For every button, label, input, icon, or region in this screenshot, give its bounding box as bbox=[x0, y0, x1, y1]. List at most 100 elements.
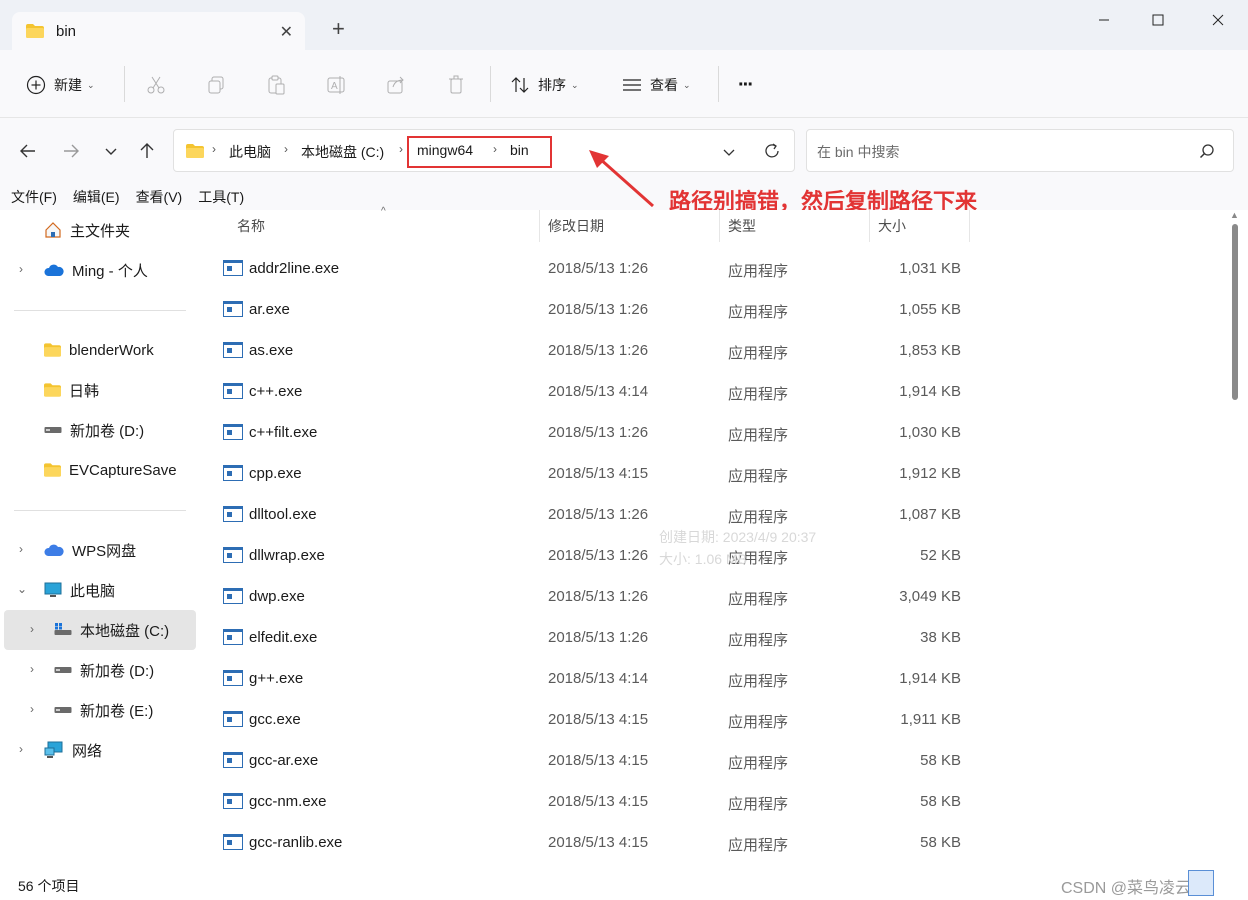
nav-item-d-drive[interactable]: 新加卷 (D:) bbox=[54, 652, 154, 688]
arrow-up-icon bbox=[140, 143, 154, 158]
chevron-down-icon[interactable] bbox=[722, 145, 736, 159]
up-button[interactable] bbox=[136, 140, 158, 162]
rename-button[interactable]: A bbox=[326, 72, 346, 98]
table-row[interactable]: gcc-nm.exe 2018/5/13 4:15 应用程序 58 KB bbox=[199, 781, 1228, 822]
chevron-right-icon[interactable]: › bbox=[19, 742, 23, 756]
tab-bin[interactable]: bin ✕ bbox=[12, 12, 305, 50]
nav-item-home[interactable]: 主文件夹 bbox=[44, 212, 130, 248]
menu-view[interactable]: 查看(V) bbox=[136, 184, 183, 210]
table-row[interactable]: dwp.exe 2018/5/13 1:26 应用程序 3,049 KB bbox=[199, 576, 1228, 617]
address-bar[interactable]: › 此电脑 › 本地磁盘 (C:) › mingw64 › bin bbox=[173, 129, 795, 172]
chevron-down-icon[interactable]: ⌄ bbox=[17, 582, 27, 596]
new-tab-button[interactable]: + bbox=[332, 18, 345, 40]
column-divider[interactable] bbox=[719, 210, 720, 242]
chevron-down-icon: ⌄ bbox=[683, 79, 691, 90]
title-bar: bin ✕ + bbox=[0, 0, 1248, 50]
new-button[interactable]: 新建 ⌄ bbox=[26, 72, 95, 98]
file-date: 2018/5/13 4:15 bbox=[548, 793, 649, 810]
file-date: 2018/5/13 4:15 bbox=[548, 834, 649, 851]
application-icon bbox=[223, 752, 243, 768]
file-size: 3,049 KB bbox=[899, 588, 961, 605]
table-row[interactable]: g++.exe 2018/5/13 4:14 应用程序 1,914 KB bbox=[199, 658, 1228, 699]
nav-item-evcapturesave[interactable]: EVCaptureSave bbox=[44, 452, 177, 488]
recent-locations-button[interactable] bbox=[100, 140, 122, 162]
column-divider[interactable] bbox=[539, 210, 540, 242]
highlight-box bbox=[407, 136, 552, 168]
drive-icon bbox=[54, 667, 72, 673]
table-row[interactable]: cpp.exe 2018/5/13 4:15 应用程序 1,912 KB bbox=[199, 453, 1228, 494]
nav-item-onedrive[interactable]: Ming - 个人 bbox=[44, 252, 148, 288]
file-name: gcc-ar.exe bbox=[249, 752, 319, 769]
chevron-right-icon[interactable]: › bbox=[30, 702, 34, 716]
file-name: dllwrap.exe bbox=[249, 547, 325, 564]
table-row[interactable]: gcc.exe 2018/5/13 4:15 应用程序 1,911 KB bbox=[199, 699, 1228, 740]
column-divider[interactable] bbox=[869, 210, 870, 242]
maximize-button[interactable] bbox=[1145, 8, 1171, 32]
refresh-icon[interactable] bbox=[763, 142, 781, 160]
list-view-icon bbox=[623, 79, 641, 91]
file-type: 应用程序 bbox=[728, 304, 789, 321]
cut-button[interactable] bbox=[146, 72, 166, 98]
back-button[interactable] bbox=[17, 140, 39, 162]
column-header-type[interactable]: 类型 bbox=[728, 216, 756, 236]
application-icon bbox=[223, 793, 243, 809]
menu-tools[interactable]: 工具(T) bbox=[198, 184, 244, 210]
nav-item-blenderwork[interactable]: blenderWork bbox=[44, 332, 154, 368]
column-header-name[interactable]: 名称 bbox=[237, 216, 265, 236]
sort-button[interactable]: 排序 ⌄ bbox=[510, 72, 579, 98]
details-view-icon[interactable] bbox=[1188, 870, 1214, 896]
breadcrumb-c-drive[interactable]: 本地磁盘 (C:) bbox=[301, 142, 384, 162]
file-name: ar.exe bbox=[249, 301, 290, 318]
table-row[interactable]: as.exe 2018/5/13 1:26 应用程序 1,853 KB bbox=[199, 330, 1228, 371]
table-row[interactable]: c++.exe 2018/5/13 4:14 应用程序 1,914 KB bbox=[199, 371, 1228, 412]
file-type: 应用程序 bbox=[728, 468, 789, 485]
delete-button[interactable] bbox=[446, 72, 466, 98]
nav-item-wps-drive[interactable]: WPS网盘 bbox=[44, 532, 136, 568]
minimize-button[interactable] bbox=[1091, 8, 1117, 32]
forward-button[interactable] bbox=[60, 140, 82, 162]
table-row[interactable]: ar.exe 2018/5/13 1:26 应用程序 1,055 KB bbox=[199, 289, 1228, 330]
vertical-scrollbar[interactable] bbox=[1232, 224, 1238, 400]
drive-icon bbox=[54, 707, 72, 713]
divider bbox=[490, 66, 491, 102]
breadcrumb-this-pc[interactable]: 此电脑 bbox=[229, 142, 271, 162]
nav-item-this-pc[interactable]: 此电脑 bbox=[44, 572, 115, 608]
paste-button[interactable] bbox=[266, 72, 286, 98]
menu-file[interactable]: 文件(F) bbox=[11, 184, 57, 210]
chevron-right-icon[interactable]: › bbox=[19, 262, 23, 276]
chevron-right-icon[interactable]: › bbox=[30, 662, 34, 676]
arrow-right-icon bbox=[64, 144, 79, 158]
file-size: 1,031 KB bbox=[899, 260, 961, 277]
share-button[interactable] bbox=[386, 72, 406, 98]
nav-item-rihan[interactable]: 日韩 bbox=[44, 372, 99, 408]
column-header-date[interactable]: 修改日期 bbox=[548, 216, 604, 236]
file-size: 1,030 KB bbox=[899, 424, 961, 441]
nav-item-c-drive[interactable]: 本地磁盘 (C:) bbox=[54, 612, 169, 648]
nav-item-network[interactable]: 网络 bbox=[44, 732, 102, 768]
more-options-button[interactable]: ··· bbox=[738, 72, 754, 98]
nav-item-e-drive[interactable]: 新加卷 (E:) bbox=[54, 692, 153, 728]
table-row[interactable]: c++filt.exe 2018/5/13 1:26 应用程序 1,030 KB bbox=[199, 412, 1228, 453]
table-row[interactable]: gcc-ar.exe 2018/5/13 4:15 应用程序 58 KB bbox=[199, 740, 1228, 781]
view-button[interactable]: 查看 ⌄ bbox=[622, 72, 691, 98]
scroll-up-icon[interactable]: ▲ bbox=[1230, 210, 1239, 220]
divider bbox=[718, 66, 719, 102]
search-input[interactable]: 在 bin 中搜索 bbox=[806, 129, 1234, 172]
nav-label: 此电脑 bbox=[70, 582, 116, 600]
file-size: 58 KB bbox=[920, 834, 961, 851]
nav-label: 新加卷 (E:) bbox=[80, 702, 154, 720]
chevron-right-icon[interactable]: › bbox=[30, 622, 34, 636]
menu-edit[interactable]: 编辑(E) bbox=[73, 184, 120, 210]
table-row[interactable]: gcc-ranlib.exe 2018/5/13 4:15 应用程序 58 KB bbox=[199, 822, 1228, 863]
column-divider[interactable] bbox=[969, 210, 970, 242]
copy-button[interactable] bbox=[206, 72, 226, 98]
file-date: 2018/5/13 4:14 bbox=[548, 383, 649, 400]
table-row[interactable]: elfedit.exe 2018/5/13 1:26 应用程序 38 KB bbox=[199, 617, 1228, 658]
tab-close-icon[interactable]: ✕ bbox=[280, 22, 293, 42]
nav-item-d-drive-pinned[interactable]: 新加卷 (D:) bbox=[44, 412, 144, 448]
chevron-right-icon[interactable]: › bbox=[19, 542, 23, 556]
table-row[interactable]: addr2line.exe 2018/5/13 1:26 应用程序 1,031 KB bbox=[199, 248, 1228, 289]
close-window-button[interactable] bbox=[1205, 8, 1231, 32]
nav-label: 主文件夹 bbox=[70, 222, 131, 240]
column-header-size[interactable]: 大小 bbox=[878, 216, 906, 236]
